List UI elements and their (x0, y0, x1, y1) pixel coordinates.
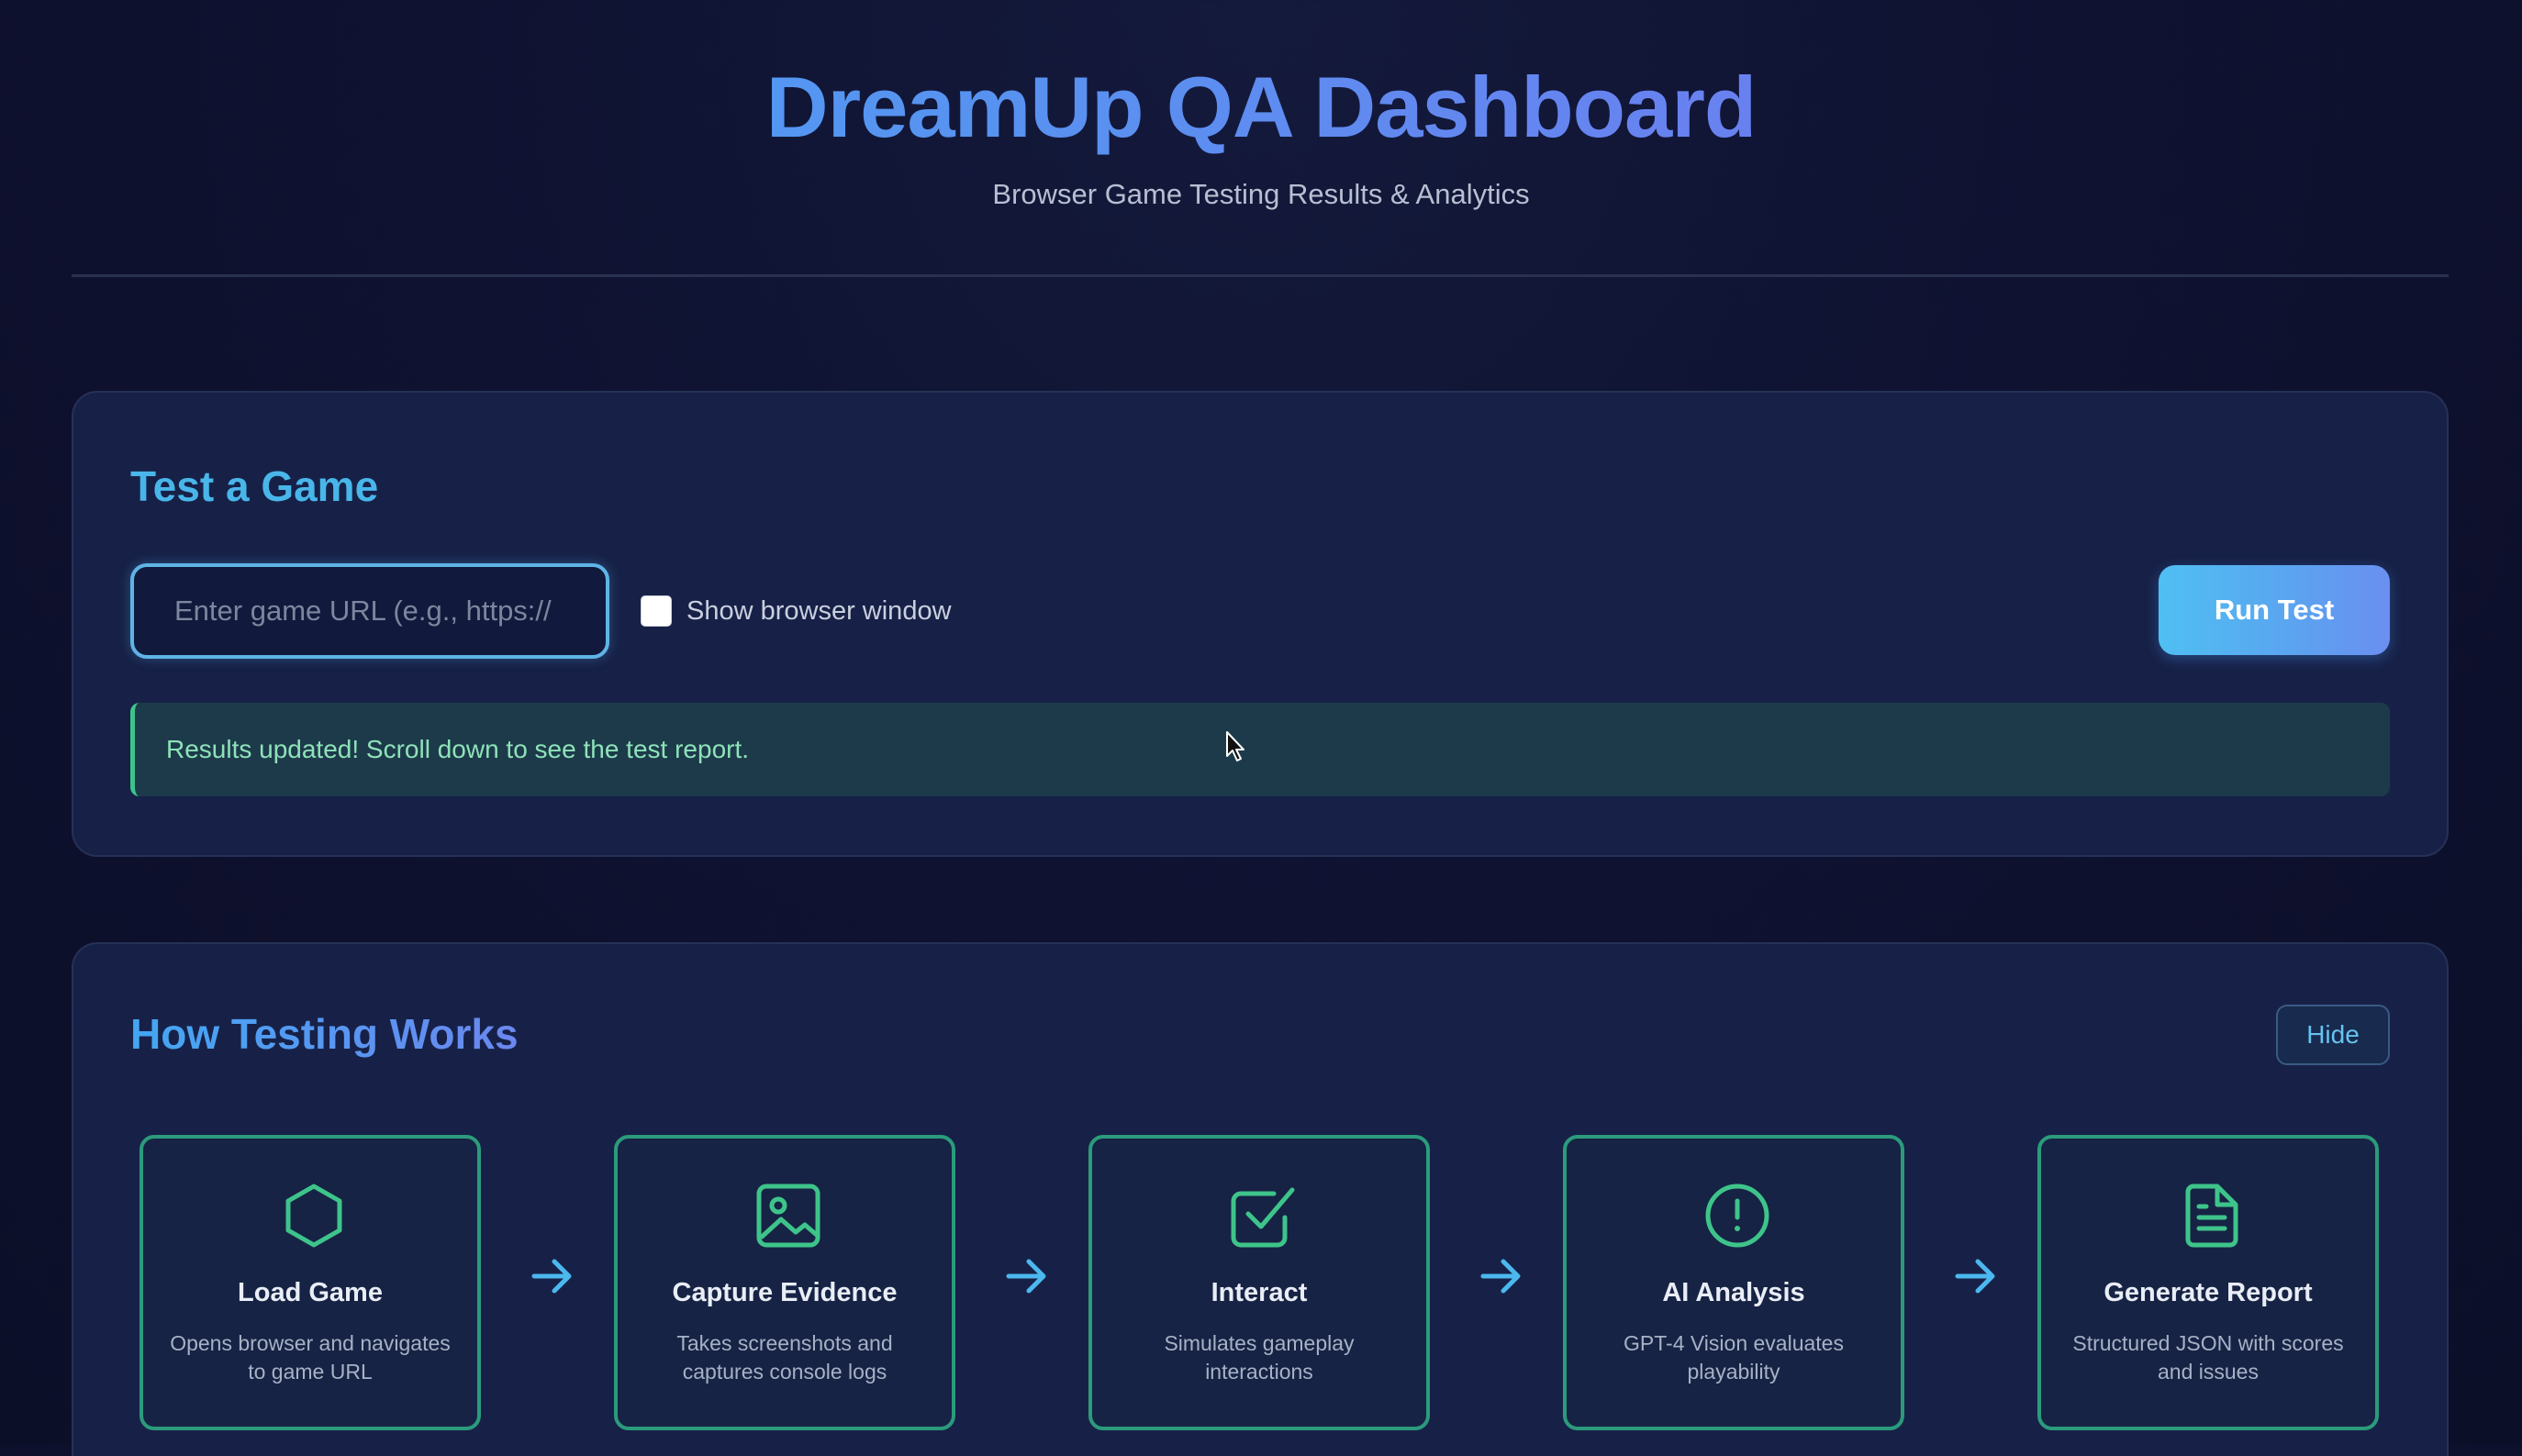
game-url-input[interactable] (130, 563, 609, 659)
step-title: Interact (1211, 1278, 1308, 1307)
hide-button[interactable]: Hide (2276, 1005, 2390, 1065)
step-description: Opens browser and navigates to game URL (170, 1331, 451, 1384)
step-description: Simulates gameplay interactions (1164, 1331, 1355, 1384)
test-section-title: Test a Game (130, 462, 379, 510)
how-section-title: How Testing Works (130, 1010, 519, 1058)
header-divider (72, 274, 2449, 277)
test-game-card: Test a Game Show browser window Run Test… (72, 391, 2449, 857)
hexagon-icon (285, 1184, 342, 1248)
page-title: DreamUp QA Dashboard (0, 57, 2522, 158)
page-subtitle: Browser Game Testing Results & Analytics (992, 178, 1530, 210)
status-alert: Results updated! Scroll down to see the … (130, 703, 2390, 796)
image-icon (756, 1184, 820, 1248)
step-description: GPT-4 Vision evaluates playability (1624, 1331, 1844, 1384)
step-card-generate-report: Generate Report Structured JSON with sco… (2037, 1135, 2379, 1430)
document-icon (2185, 1184, 2238, 1248)
mouse-cursor-icon (1226, 731, 1244, 761)
step-description: Structured JSON with scores and issues (2072, 1331, 2344, 1384)
checkbox-icon (1231, 1187, 1295, 1248)
step-card-ai-analysis: AI Analysis GPT-4 Vision evaluates playa… (1563, 1135, 1904, 1430)
step-title: Capture Evidence (672, 1278, 898, 1307)
step-card-interact: Interact Simulates gameplay interactions (1088, 1135, 1430, 1430)
step-card-load-game: Load Game Opens browser and navigates to… (139, 1135, 481, 1430)
arrow-right-icon (1006, 1259, 1046, 1294)
arrow-right-icon (1955, 1259, 1995, 1294)
show-browser-label[interactable]: Show browser window (686, 596, 952, 627)
arrow-right-icon (1480, 1259, 1521, 1294)
show-browser-checkbox[interactable] (641, 595, 672, 627)
status-message: Results updated! Scroll down to see the … (166, 735, 750, 763)
step-title: Load Game (238, 1278, 383, 1307)
step-title: AI Analysis (1662, 1278, 1805, 1307)
step-card-capture-evidence: Capture Evidence Takes screenshots and c… (614, 1135, 955, 1430)
show-browser-toggle[interactable]: Show browser window (641, 595, 952, 628)
info-circle-icon (1705, 1184, 1769, 1248)
step-description: Takes screenshots and captures console l… (676, 1331, 893, 1384)
step-title: Generate Report (2104, 1278, 2313, 1307)
how-testing-works-card: How Testing Works Hide Load Game Opens b… (72, 942, 2449, 1456)
run-test-button[interactable]: Run Test (2159, 565, 2390, 655)
arrow-right-icon (531, 1259, 572, 1294)
